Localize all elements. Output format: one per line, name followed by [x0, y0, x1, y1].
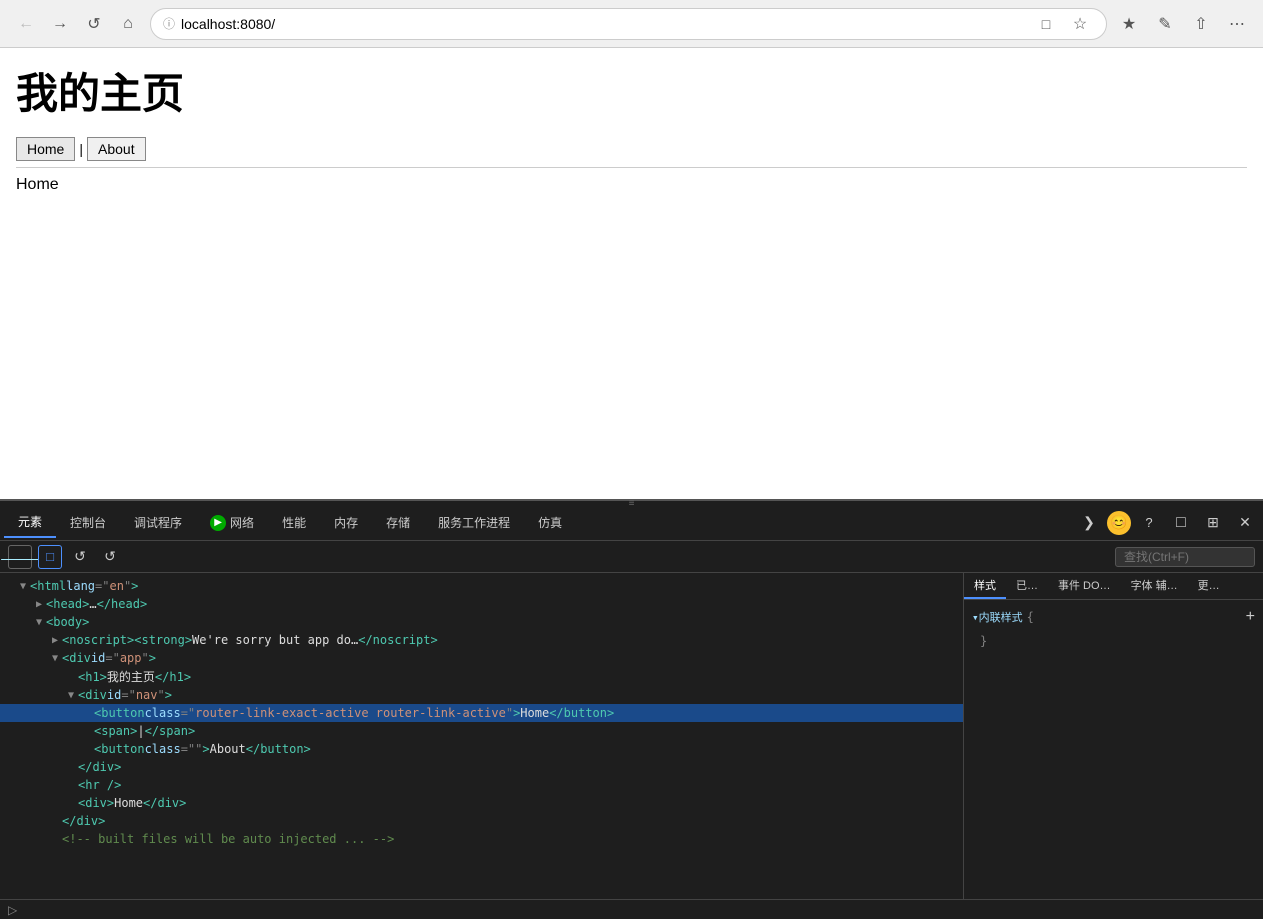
- layout-button[interactable]: □: [1167, 509, 1195, 537]
- styles-content: ▾内联样式 { + }: [964, 600, 1263, 899]
- security-icon: ⓘ: [163, 15, 175, 32]
- tab-events-dom[interactable]: 事件 DO…: [1048, 573, 1121, 599]
- devtools-actions: ❯ 😊 ? □ ⊞ ✕: [1075, 509, 1259, 537]
- page-area: 我的主页 Home | About Home: [0, 48, 1263, 508]
- styles-panel: 样式 已… 事件 DO… 字体 辅… 更… ▾内联样式 { + }: [963, 573, 1263, 899]
- dom-toggle-html[interactable]: [16, 581, 30, 592]
- add-style-button[interactable]: +: [1246, 608, 1255, 626]
- address-bar-container: ⓘ □ ☆: [150, 8, 1107, 40]
- devtools-toolbar: ⸻ □ ↺ ↺: [0, 541, 1263, 573]
- dom-line-hr: <hr />: [0, 776, 963, 794]
- console-drawer-button[interactable]: ❯: [1075, 509, 1103, 537]
- help-button[interactable]: ?: [1135, 509, 1163, 537]
- tab-network[interactable]: ▶ 网络: [196, 508, 268, 537]
- bottom-expand-icon[interactable]: ▷: [8, 903, 17, 917]
- forward-button[interactable]: →: [46, 10, 74, 38]
- dom-line-h1: <h1>我的主页</h1>: [0, 667, 963, 686]
- tab-computed[interactable]: 已…: [1006, 573, 1048, 599]
- tab-serviceworker[interactable]: 服务工作进程: [424, 508, 524, 537]
- page-title: 我的主页: [16, 60, 1247, 121]
- tab-memory[interactable]: 内存: [320, 508, 372, 537]
- tab-fonts[interactable]: 字体 辅…: [1121, 573, 1188, 599]
- styles-tabs: 样式 已… 事件 DO… 字体 辅… 更…: [964, 573, 1263, 600]
- dom-line-body: <body>: [0, 613, 963, 631]
- dom-search-input[interactable]: [1115, 547, 1255, 567]
- more-button[interactable]: ⋯: [1223, 10, 1251, 38]
- devtools-tabs: 元素 控制台 调试程序 ▶ 网络 性能 内存 存储 服务工作进程 仿真 ❯ 😊 …: [0, 505, 1263, 541]
- dom-panel[interactable]: <html lang="en"> <head>…</head> <body> <…: [0, 573, 963, 899]
- inline-styles-close-brace: }: [980, 634, 1247, 652]
- dom-line-comment: <!-- built files will be auto injected .…: [0, 830, 963, 848]
- snapshot-button[interactable]: ↺: [98, 545, 122, 569]
- tab-storage[interactable]: 存储: [372, 508, 424, 537]
- tab-more-styles[interactable]: 更…: [1188, 573, 1230, 599]
- back-button[interactable]: ←: [12, 10, 40, 38]
- dom-line-home-button[interactable]: <button class="router-link-exact-active …: [0, 704, 963, 722]
- tab-network-icon: ▶ 网络: [210, 514, 254, 531]
- reload-button[interactable]: ↺: [80, 10, 108, 38]
- page-nav-bar: Home | About: [16, 137, 1247, 161]
- devtools-panel: 元素 控制台 调试程序 ▶ 网络 性能 内存 存储 服务工作进程 仿真 ❯ 😊 …: [0, 499, 1263, 919]
- network-play-icon: ▶: [210, 515, 226, 531]
- tab-simulation[interactable]: 仿真: [524, 508, 576, 537]
- browser-actions: ★ ✎ ⇧ ⋯: [1115, 10, 1251, 38]
- close-devtools-button[interactable]: ✕: [1231, 509, 1259, 537]
- tab-console[interactable]: 控制台: [56, 508, 120, 537]
- dom-line-app: <div id="app">: [0, 649, 963, 667]
- dom-toggle-noscript[interactable]: [48, 635, 62, 646]
- split-tab-button[interactable]: □: [1032, 10, 1060, 38]
- dom-toggle-nav[interactable]: [64, 690, 78, 701]
- dom-line-nav: <div id="nav">: [0, 686, 963, 704]
- collections-button[interactable]: ★: [1115, 10, 1143, 38]
- dom-line-html: <html lang="en">: [0, 577, 963, 595]
- tab-styles[interactable]: 样式: [964, 573, 1006, 599]
- devtools-bottom: ▷: [0, 899, 1263, 919]
- dom-line-close-nav: </div>: [0, 758, 963, 776]
- dom-toggle-head[interactable]: [32, 599, 46, 610]
- nav-buttons: ← → ↺ ⌂: [12, 10, 142, 38]
- address-bar[interactable]: [181, 16, 1026, 32]
- tab-debugger[interactable]: 调试程序: [120, 508, 196, 537]
- dom-line-close-app: </div>: [0, 812, 963, 830]
- dom-line-head: <head>…</head>: [0, 595, 963, 613]
- inline-styles-header: ▾内联样式 { +: [972, 608, 1255, 626]
- browser-chrome: ← → ↺ ⌂ ⓘ □ ☆ ★ ✎ ⇧ ⋯: [0, 0, 1263, 48]
- favorites-button[interactable]: ☆: [1066, 10, 1094, 38]
- page-content: Home: [16, 176, 1247, 194]
- devtools-main: <html lang="en"> <head>…</head> <body> <…: [0, 573, 1263, 899]
- tab-elements[interactable]: 元素: [4, 507, 56, 538]
- share-button[interactable]: ⇧: [1187, 10, 1215, 38]
- inline-styles-open-brace: {: [1027, 610, 1034, 624]
- dom-line-about-button[interactable]: <button class="">About</button>: [0, 740, 963, 758]
- about-nav-button[interactable]: About: [87, 137, 146, 161]
- tab-performance[interactable]: 性能: [268, 508, 320, 537]
- dom-line-span-sep: <span>|</span>: [0, 722, 963, 740]
- styles-property-area: }: [972, 630, 1255, 670]
- dom-toggle-app[interactable]: [48, 653, 62, 664]
- dom-line-content: <div>Home</div>: [0, 794, 963, 812]
- dom-toggle-body[interactable]: [32, 617, 46, 628]
- home-nav-button[interactable]: Home: [16, 137, 75, 161]
- nav-divider: [16, 167, 1247, 168]
- feedback-button[interactable]: 😊: [1107, 511, 1131, 535]
- dom-line-noscript: <noscript><strong>We're sorry but app do…: [0, 631, 963, 649]
- annotate-button[interactable]: ✎: [1151, 10, 1179, 38]
- home-button[interactable]: ⌂: [114, 10, 142, 38]
- device-mode-button[interactable]: □: [38, 545, 62, 569]
- inline-styles-label: ▾内联样式: [972, 609, 1023, 625]
- dock-button[interactable]: ⊞: [1199, 509, 1227, 537]
- nav-separator: |: [75, 138, 87, 160]
- inspect-element-button[interactable]: ⸻: [8, 545, 32, 569]
- refresh-dom-button[interactable]: ↺: [68, 545, 92, 569]
